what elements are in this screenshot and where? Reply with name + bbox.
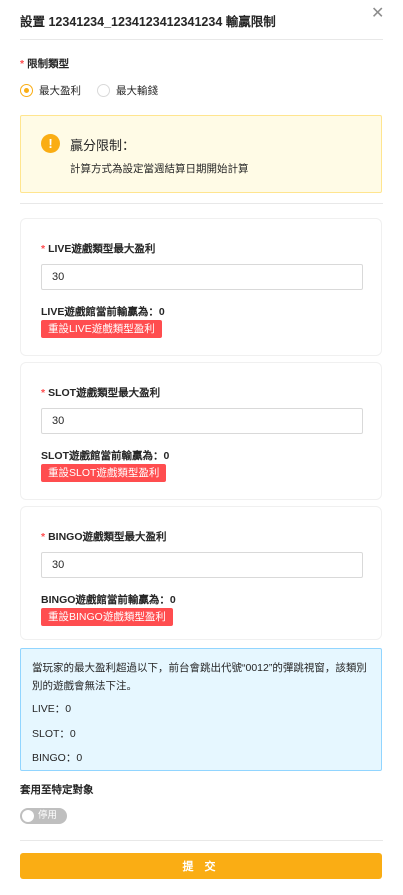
header-divider	[20, 39, 383, 40]
apply-target-label: 套用至特定對象	[20, 784, 94, 796]
info-slot-line: SLOT：0	[32, 728, 76, 740]
card-status: SLOT遊戲館當前輸贏為：0	[41, 450, 170, 462]
limit-type-radio-group: 最大盈利 最大輸錢	[20, 83, 174, 98]
reset-slot-button[interactable]: 重設SLOT遊戲類型盈利	[41, 464, 167, 482]
close-icon[interactable]: ✕	[371, 6, 384, 22]
modal-header: 設置 12341234_1234123412341234 輸贏限制 ✕	[0, 0, 403, 40]
reset-live-button[interactable]: 重設LIVE遊戲類型盈利	[41, 320, 162, 338]
radio-checked-icon	[20, 84, 33, 97]
radio-label: 最大輸錢	[116, 85, 158, 97]
warning-description: 計算方式為設定當週結算日期開始計算	[70, 163, 249, 175]
card-slot: *SLOT遊戲類型最大盈利 SLOT遊戲館當前輸贏為：0 重設SLOT遊戲類型盈…	[20, 362, 382, 500]
card-bingo: *BINGO遊戲類型最大盈利 BINGO遊戲館當前輸贏為：0 重設BINGO遊戲…	[20, 506, 382, 640]
card-live: *LIVE遊戲類型最大盈利 LIVE遊戲館當前輸贏為：0 重設LIVE遊戲類型盈…	[20, 218, 382, 356]
modal-title: 設置 12341234_1234123412341234 輸贏限制	[20, 15, 276, 29]
info-bingo-line: BINGO：0	[32, 752, 83, 764]
card-status: BINGO遊戲館當前輸贏為：0	[41, 594, 176, 606]
bingo-max-profit-input[interactable]	[41, 552, 363, 578]
switch-text: 停用	[38, 810, 58, 821]
card-label: * LIVE遊戲類型最大盈利	[41, 243, 156, 255]
exclamation-icon: !	[41, 134, 60, 153]
limit-type-label: * 限制類型	[20, 58, 70, 70]
footer-divider	[20, 840, 383, 841]
card-status: LIVE遊戲館當前輸贏為：0	[41, 306, 165, 318]
warning-title: 贏分限制：	[70, 138, 136, 153]
reset-bingo-button[interactable]: 重設BINGO遊戲類型盈利	[41, 608, 173, 626]
submit-button[interactable]: 提 交	[20, 853, 382, 879]
radio-max-loss[interactable]: 最大輸錢	[97, 83, 158, 98]
card-label: * SLOT遊戲類型最大盈利	[41, 387, 161, 399]
card-label: * BINGO遊戲類型最大盈利	[41, 531, 167, 543]
slot-max-profit-input[interactable]	[41, 408, 363, 434]
warning-alert: ! 贏分限制： 計算方式為設定當週結算日期開始計算	[20, 115, 382, 193]
apply-target-switch[interactable]: 停用	[20, 808, 67, 824]
radio-max-profit[interactable]: 最大盈利	[20, 83, 81, 98]
switch-knob	[22, 810, 34, 822]
info-alert: 當玩家的最大盈利超過以下，前台會跳出代號“0012”的彈跳視窗，該類別別的遊戲會…	[20, 648, 382, 771]
live-max-profit-input[interactable]	[41, 264, 363, 290]
info-live-line: LIVE：0	[32, 703, 72, 715]
section-divider	[20, 203, 383, 204]
radio-unchecked-icon	[97, 84, 110, 97]
info-description: 當玩家的最大盈利超過以下，前台會跳出代號“0012”的彈跳視窗，該類別別的遊戲會…	[32, 662, 367, 692]
radio-label: 最大盈利	[39, 85, 81, 97]
